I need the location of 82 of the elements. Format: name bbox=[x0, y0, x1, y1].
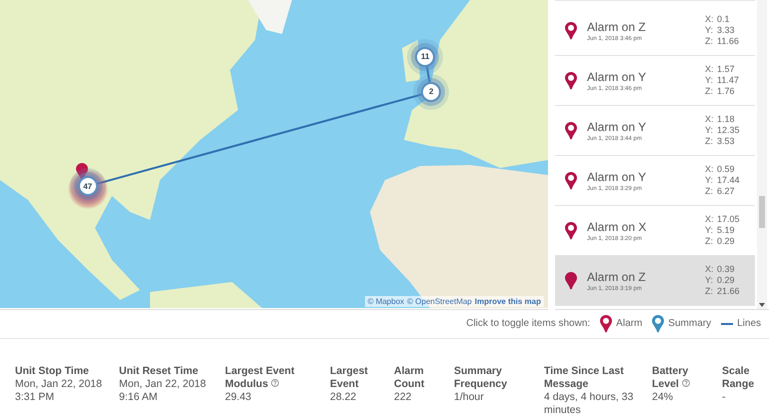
help-icon[interactable] bbox=[682, 379, 690, 387]
axis-label: X: bbox=[705, 14, 715, 25]
toggle-hint: Click to toggle items shown: bbox=[466, 318, 590, 329]
attribution-link[interactable]: © Mapbox bbox=[368, 297, 404, 306]
alarm-pin-icon bbox=[565, 272, 577, 290]
stat-label: Summary Frequency bbox=[454, 365, 508, 391]
stat-label: Battery Level bbox=[652, 365, 691, 391]
scrollbar[interactable] bbox=[757, 0, 767, 309]
axis-label: X: bbox=[705, 164, 715, 175]
stat-value: 222 bbox=[394, 391, 413, 404]
alarm-pin-icon bbox=[565, 122, 577, 140]
stat-label: Scale Range bbox=[722, 365, 756, 391]
alarm-pin-icon bbox=[600, 314, 612, 332]
axis-value: 12.35 bbox=[717, 125, 741, 136]
axis-label: Z: bbox=[705, 86, 714, 97]
axis-value: 11.66 bbox=[717, 36, 740, 47]
axis-label: Z: bbox=[705, 186, 714, 197]
axis-label: Z: bbox=[705, 136, 714, 147]
axis-label: Z: bbox=[705, 286, 714, 297]
event-title: Alarm on Y bbox=[587, 70, 648, 84]
axis-value: 3.53 bbox=[717, 136, 736, 147]
stat-label: Unit Stop Time bbox=[15, 365, 90, 378]
stat-value: 28.22 bbox=[330, 391, 358, 404]
axis-label: X: bbox=[705, 114, 715, 125]
stat-label: Alarm Count bbox=[394, 365, 426, 391]
axis-value: 6.27 bbox=[717, 186, 736, 197]
stat-value: 29.43 bbox=[225, 391, 252, 404]
stat-value: 1/hour bbox=[454, 391, 485, 404]
summary-pin-icon bbox=[652, 314, 664, 332]
axis-value: 1.18 bbox=[717, 114, 736, 125]
stat-label: Largest Event Modulus bbox=[225, 365, 296, 391]
axis-label: Z: bbox=[705, 236, 714, 247]
axis-label: Y: bbox=[705, 225, 714, 236]
stat-value: Mon, Jan 22, 2018 3:31 PM bbox=[15, 378, 103, 404]
stat-label: Time Since Last Message bbox=[544, 365, 625, 391]
alarm-pin-icon bbox=[565, 222, 577, 240]
axis-label: X: bbox=[705, 214, 715, 225]
alarm-pin-icon bbox=[565, 72, 577, 90]
stat-label: Unit Reset Time bbox=[119, 365, 200, 378]
axis-value: 1.57 bbox=[717, 64, 736, 75]
axis-label: X: bbox=[705, 264, 715, 275]
axis-label: Y: bbox=[705, 25, 714, 36]
help-icon[interactable] bbox=[271, 379, 280, 387]
axis-value: 21.66 bbox=[717, 286, 741, 297]
attribution-link[interactable]: © OpenStreetMap bbox=[407, 297, 472, 306]
alarm-pin-icon bbox=[76, 163, 88, 182]
legend-toggle[interactable]: Alarm bbox=[600, 314, 642, 332]
axis-label: Z: bbox=[705, 36, 714, 47]
axis-label: X: bbox=[705, 64, 715, 75]
legend-toggle[interactable]: Lines bbox=[721, 318, 761, 329]
axis-label: Y: bbox=[705, 175, 714, 186]
axis-value: 0.29 bbox=[717, 275, 736, 286]
axis-value: 3.33 bbox=[717, 25, 736, 36]
axis-label: Y: bbox=[705, 275, 714, 286]
stat-value: - bbox=[722, 391, 726, 404]
axis-value: 17.44 bbox=[717, 175, 741, 186]
improve-map-link[interactable]: Improve this map bbox=[474, 297, 541, 306]
stat-value: 4 days, 4 hours, 33 minutes bbox=[544, 391, 634, 417]
axis-label: Y: bbox=[705, 75, 714, 86]
axis-value: 0.59 bbox=[717, 164, 736, 175]
event-title: Alarm on Y bbox=[587, 120, 648, 134]
axis-value: 17.05 bbox=[717, 214, 741, 225]
legend-toggle[interactable]: Summary bbox=[652, 314, 712, 332]
stat-value: Mon, Jan 22, 2018 9:16 AM bbox=[119, 378, 207, 404]
event-title: Alarm on X bbox=[587, 220, 648, 234]
scrollbar-thumb[interactable] bbox=[759, 196, 765, 228]
alarm-pin-icon bbox=[565, 172, 577, 190]
scroll-down-icon[interactable] bbox=[759, 303, 765, 307]
event-title: Alarm on Z bbox=[587, 270, 647, 284]
alarm-pin-icon bbox=[565, 22, 577, 40]
axis-value: 0.39 bbox=[717, 264, 736, 275]
event-title: Alarm on Z bbox=[587, 20, 647, 34]
stat-value: 24% bbox=[652, 391, 674, 404]
axis-value: 5.19 bbox=[717, 225, 736, 236]
stat-label: Largest Event bbox=[330, 365, 369, 391]
event-title: Alarm on Y bbox=[587, 170, 648, 184]
axis-value: 0.1 bbox=[717, 14, 731, 25]
axis-value: 1.76 bbox=[717, 86, 736, 97]
axis-value: 0.29 bbox=[717, 236, 736, 247]
axis-value: 11.47 bbox=[717, 75, 740, 86]
line-icon bbox=[721, 322, 734, 324]
axis-label: Y: bbox=[705, 125, 714, 136]
